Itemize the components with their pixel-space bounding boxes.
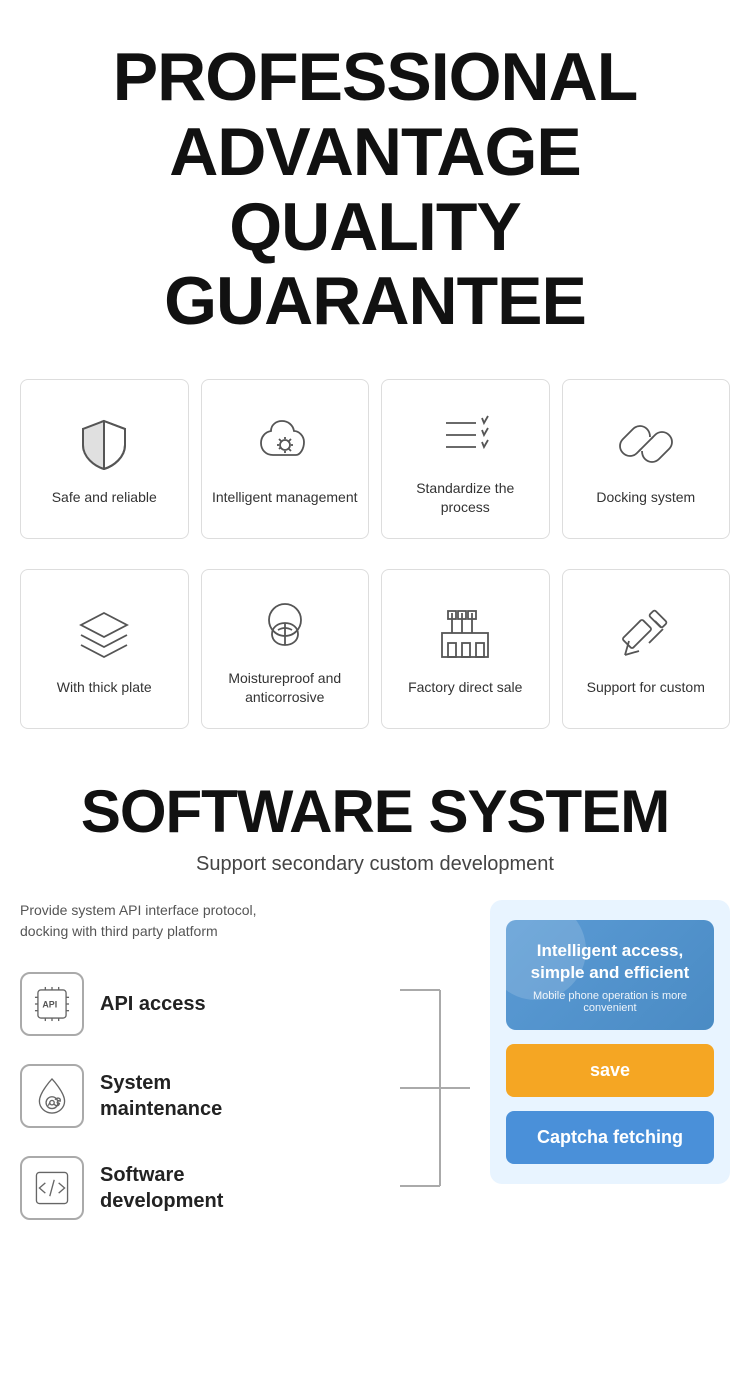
feature-label: With thick plate [57, 678, 152, 698]
feature-card-leaf: Moistureproof and anticorrosive [201, 569, 370, 729]
drop-wrench-icon [20, 1064, 84, 1128]
sw-feature-item-1: System maintenance [20, 1064, 380, 1128]
panel-header-title: Intelligent access, simple and efficient [522, 940, 698, 984]
svg-text:API: API [42, 1000, 57, 1010]
sw-feature-label: API access [100, 991, 206, 1017]
feature-label: Intelligent management [212, 488, 358, 508]
feature-label: Support for custom [587, 678, 705, 698]
api-icon: API [20, 972, 84, 1036]
leaf-icon [255, 595, 315, 655]
feature-label: Safe and reliable [52, 488, 157, 508]
feature-card-cloud-settings: Intelligent management [201, 379, 370, 539]
panel-header-sub: Mobile phone operation is more convenien… [522, 990, 698, 1014]
provide-text: Provide system API interface protocol, d… [20, 900, 380, 942]
link-icon [616, 414, 676, 474]
feature-label: Moistureproof and anticorrosive [212, 669, 359, 708]
save-button[interactable]: save [506, 1044, 714, 1097]
software-title: SOFTWARE SYSTEM [20, 779, 730, 845]
software-subtitle: Support secondary custom development [20, 853, 730, 876]
sw-feature-label: System maintenance [100, 1070, 222, 1122]
cloud-settings-icon [255, 414, 315, 474]
feature-card-shield: Safe and reliable [20, 379, 189, 539]
panel-header: Intelligent access, simple and efficient… [506, 920, 714, 1030]
feature-card-layers: With thick plate [20, 569, 189, 729]
features-grid-row1: Safe and reliable Intelligent management… [0, 369, 750, 559]
feature-card-factory: Factory direct sale [381, 569, 550, 729]
feature-card-pen-ruler: Support for custom [562, 569, 731, 729]
sw-feature-label: Software development [100, 1162, 223, 1214]
software-section: SOFTWARE SYSTEM Support secondary custom… [0, 749, 750, 1245]
feature-label: Factory direct sale [408, 678, 522, 698]
software-content: Provide system API interface protocol, d… [20, 900, 730, 1225]
right-panel: Intelligent access, simple and efficient… [490, 900, 730, 1184]
feature-label: Standardize the process [392, 479, 539, 518]
list-check-icon [435, 405, 495, 465]
shield-icon [74, 414, 134, 474]
main-title: PROFESSIONAL ADVANTAGE QUALITY GUARANTEE [20, 40, 730, 339]
bracket-svg [400, 960, 470, 1220]
feature-label: Docking system [596, 488, 695, 508]
feature-card-link: Docking system [562, 379, 731, 539]
connector-area [400, 960, 470, 1225]
feature-list: API API access System maintenance Softwa… [20, 972, 380, 1220]
code-icon [20, 1156, 84, 1220]
factory-icon [435, 604, 495, 664]
features-grid-row2: With thick plate Moistureproof and antic… [0, 559, 750, 749]
sw-feature-item-0: API API access [20, 972, 380, 1036]
pen-ruler-icon [616, 604, 676, 664]
sw-feature-item-2: Software development [20, 1156, 380, 1220]
captcha-button[interactable]: Captcha fetching [506, 1111, 714, 1164]
software-left: Provide system API interface protocol, d… [20, 900, 380, 1220]
header-section: PROFESSIONAL ADVANTAGE QUALITY GUARANTEE [0, 0, 750, 369]
feature-card-list-check: Standardize the process [381, 379, 550, 539]
layers-icon [74, 604, 134, 664]
